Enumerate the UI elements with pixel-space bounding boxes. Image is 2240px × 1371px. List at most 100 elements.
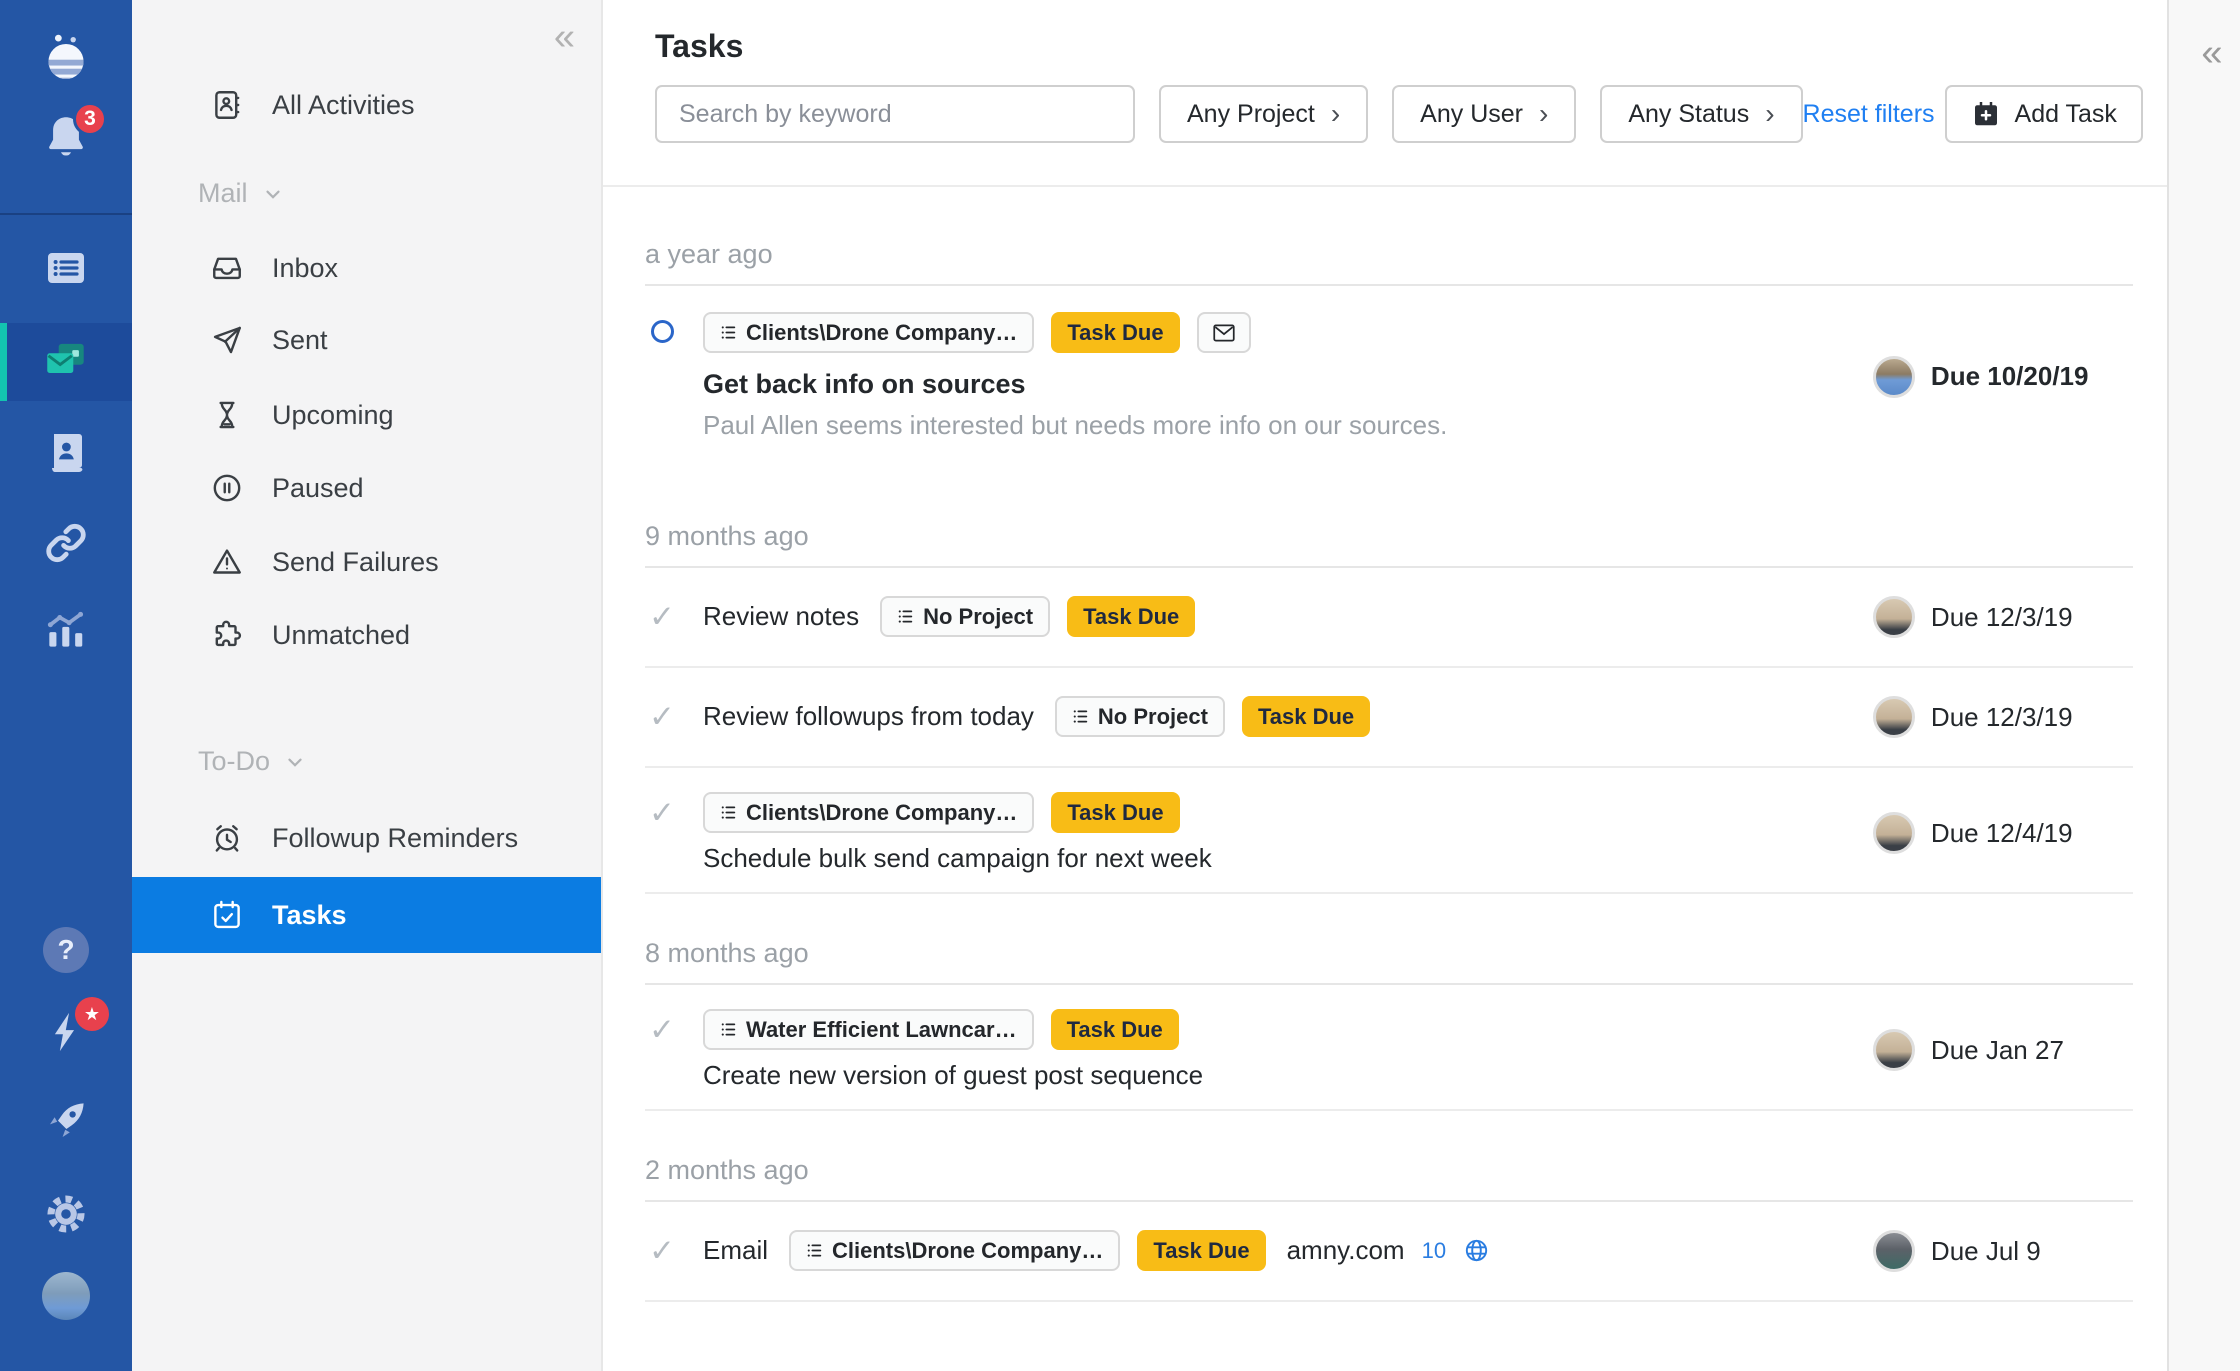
group-label: Mail — [198, 178, 248, 209]
status-badge: Task Due — [1067, 596, 1195, 637]
task-row[interactable]: ✓ Water Efficient Lawncar… Task Due Crea… — [645, 985, 2133, 1111]
avatar — [1873, 1230, 1915, 1272]
project-pill[interactable]: Clients\Drone Company… — [703, 792, 1034, 833]
app-logo-icon[interactable] — [0, 30, 132, 84]
status-badge: Task Due — [1051, 312, 1179, 353]
rocket-icon — [42, 1097, 90, 1145]
project-list-icon — [720, 1021, 737, 1038]
check-icon[interactable]: ✓ — [649, 596, 675, 637]
notification-count-badge: 3 — [73, 102, 107, 136]
sidebar-item-inbox[interactable]: Inbox — [210, 236, 585, 300]
rail-whats-new-icon[interactable]: ★ — [0, 1009, 132, 1060]
due-cell: Due 12/3/19 — [1873, 596, 2133, 638]
avatar — [1873, 596, 1915, 638]
panel-collapse-icon[interactable]: « — [2201, 34, 2222, 1371]
sidebar-item-tasks-selected[interactable]: Tasks — [132, 877, 601, 953]
task-row[interactable]: ✓ Review notes No Project Task Due Due 1… — [645, 568, 2133, 668]
sidebar-group-todo[interactable]: To-Do — [198, 746, 306, 777]
project-list-icon — [806, 1242, 823, 1259]
task-title: Review notes — [703, 601, 859, 632]
project-name: No Project — [1098, 704, 1208, 730]
rail-help-icon[interactable]: ? — [0, 927, 132, 973]
sidebar-item-label: Paused — [272, 473, 364, 504]
address-card-icon — [210, 88, 244, 122]
sidebar-group-mail[interactable]: Mail — [198, 178, 284, 209]
right-gutter: « — [2167, 0, 2240, 1371]
due-date: Due 12/3/19 — [1931, 602, 2073, 633]
rail-activities-list-icon[interactable] — [0, 244, 132, 292]
task-row[interactable]: ✓ Review followups from today No Project… — [645, 668, 2133, 768]
project-list-icon — [720, 324, 737, 341]
project-pill[interactable]: No Project — [1055, 696, 1225, 737]
project-pill[interactable]: Clients\Drone Company… — [789, 1230, 1120, 1271]
project-list-icon — [720, 804, 737, 821]
filter-any-status[interactable]: Any Status › — [1600, 85, 1802, 143]
due-cell: Due 12/4/19 — [1873, 812, 2133, 854]
recipient-count[interactable]: 10 — [1422, 1238, 1446, 1264]
rail-rocket-icon[interactable] — [0, 1097, 132, 1145]
rail-reports-icon[interactable] — [0, 605, 132, 655]
sidebar-item-paused[interactable]: Paused — [210, 456, 585, 520]
rail-user-avatar[interactable] — [0, 1272, 132, 1320]
status-badge: Task Due — [1051, 1009, 1179, 1050]
rail-contacts-icon[interactable] — [0, 429, 132, 477]
status-badge: Task Due — [1242, 696, 1370, 737]
task-note: Create new version of guest post sequenc… — [703, 1060, 1873, 1091]
search-input[interactable] — [655, 85, 1135, 143]
chevron-right-icon: › — [1539, 100, 1548, 128]
hourglass-icon — [210, 398, 244, 432]
notifications-bell-icon[interactable]: 3 — [0, 112, 132, 167]
project-pill[interactable]: Water Efficient Lawncar… — [703, 1009, 1034, 1050]
calendar-plus-icon — [1971, 99, 2001, 129]
sidebar-item-followup-reminders[interactable]: Followup Reminders — [210, 806, 585, 870]
warning-triangle-icon — [210, 545, 244, 579]
bee-logo-icon — [39, 30, 93, 84]
sidebar-item-label: All Activities — [272, 90, 415, 121]
project-name: Water Efficient Lawncar… — [746, 1017, 1017, 1043]
rail-campaigns-selected[interactable] — [0, 323, 132, 401]
section-age-label: 8 months ago — [645, 894, 2133, 985]
email-pill[interactable] — [1197, 312, 1251, 353]
check-icon[interactable]: ✓ — [649, 1230, 675, 1271]
project-pill[interactable]: No Project — [880, 596, 1050, 637]
avatar — [1873, 812, 1915, 854]
sidebar-item-all-activities[interactable]: All Activities — [210, 73, 585, 137]
sidebar-item-label: Inbox — [272, 253, 338, 284]
project-pill[interactable]: Clients\Drone Company… — [703, 312, 1034, 353]
sidebar-item-upcoming[interactable]: Upcoming — [210, 383, 585, 447]
task-title: Get back info on sources — [703, 369, 1873, 400]
reset-filters-link[interactable]: Reset filters — [1803, 100, 1935, 129]
list-card-icon — [42, 244, 90, 292]
due-cell: Due 12/3/19 — [1873, 696, 2133, 738]
section-age-label: 2 months ago — [645, 1111, 2133, 1202]
task-title: Review followups from today — [703, 701, 1034, 732]
add-task-button[interactable]: Add Task — [1945, 85, 2143, 143]
sidebar-collapse-icon[interactable]: « — [554, 18, 575, 56]
chevron-down-icon — [262, 183, 284, 205]
task-row[interactable]: ✓ Email Clients\Drone Company… Task Due … — [645, 1202, 2133, 1302]
sidebar-item-send-failures[interactable]: Send Failures — [210, 530, 585, 594]
recipient-domain[interactable]: amny.com — [1287, 1235, 1405, 1266]
sidebar-item-sent[interactable]: Sent — [210, 308, 585, 372]
rail-settings-icon[interactable] — [0, 1189, 132, 1239]
project-name: Clients\Drone Company… — [832, 1238, 1103, 1264]
avatar — [1873, 696, 1915, 738]
chevron-down-icon — [284, 751, 306, 773]
task-row[interactable]: ✓ Clients\Drone Company… Task Due Schedu… — [645, 768, 2133, 894]
add-task-label: Add Task — [2015, 100, 2117, 129]
app-window: 3 — [0, 0, 2240, 1371]
rail-link-icon[interactable] — [0, 519, 132, 567]
globe-icon[interactable] — [1463, 1237, 1490, 1264]
sidebar-item-label: Followup Reminders — [272, 823, 518, 854]
due-cell: Due Jul 9 — [1873, 1230, 2133, 1272]
task-row[interactable]: Clients\Drone Company… Task Due Get back… — [645, 286, 2133, 477]
check-icon[interactable]: ✓ — [649, 792, 675, 833]
icon-rail: 3 — [0, 0, 132, 1371]
filter-any-user[interactable]: Any User › — [1392, 85, 1576, 143]
open-task-circle[interactable] — [651, 320, 674, 343]
check-icon[interactable]: ✓ — [649, 1009, 675, 1050]
contacts-book-icon — [42, 429, 90, 477]
check-icon[interactable]: ✓ — [649, 696, 675, 737]
filter-any-project[interactable]: Any Project › — [1159, 85, 1368, 143]
sidebar-item-unmatched[interactable]: Unmatched — [210, 603, 585, 667]
